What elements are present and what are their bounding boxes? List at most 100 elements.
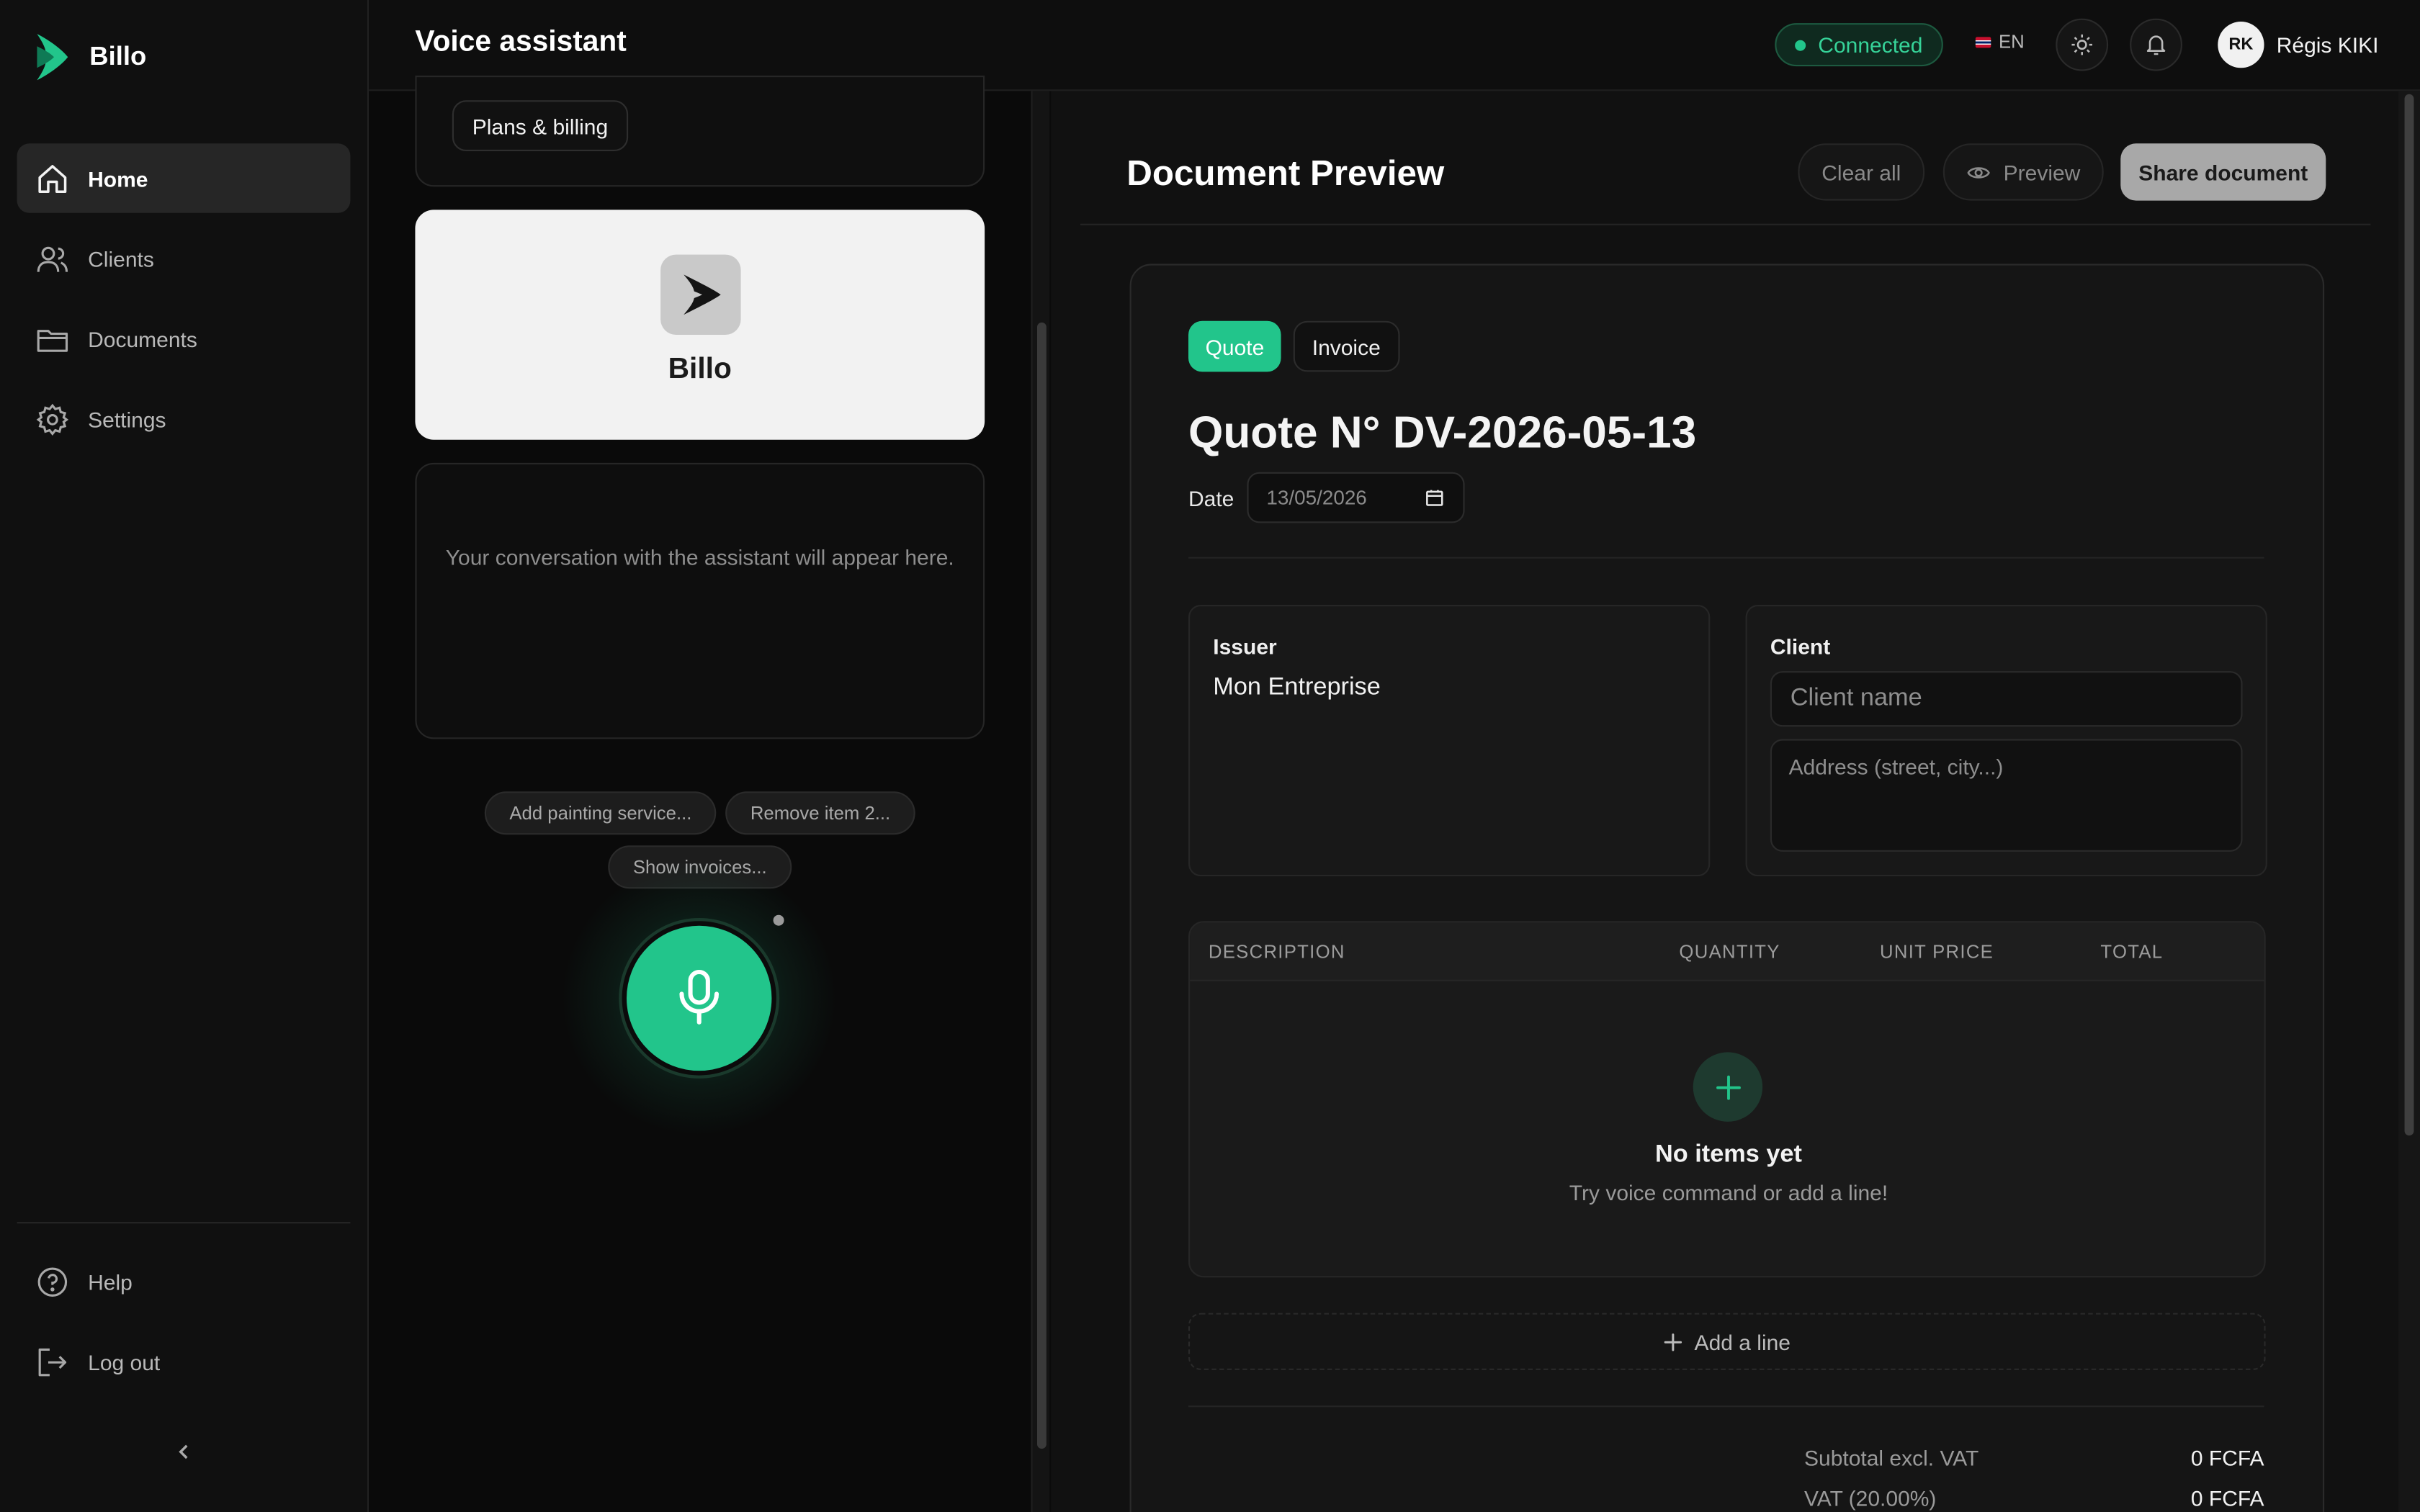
issuer-section: Issuer Mon Entreprise [1188,605,1711,877]
date-value: 13/05/2026 [1266,486,1367,510]
gear-icon [36,402,69,435]
plus-icon [1715,1074,1740,1099]
sidebar-item-settings[interactable]: Settings [17,384,351,454]
plus-icon [1664,1332,1682,1351]
subtotal-value: 0 FCFA [2190,1445,2264,1471]
sidebar-nav: Home Clients Documents Settings [17,143,351,464]
chevron-left-icon [179,1444,188,1459]
assistant-logo-tile [660,254,740,335]
vat-value: 0 FCFA [2190,1485,2264,1511]
add-line-label: Add a line [1694,1329,1791,1354]
empty-state-subtitle: Try voice command or add a line! [1569,1180,1888,1205]
preview-scrollbar[interactable] [2398,91,2420,1512]
plans-billing-button[interactable]: Plans & billing [452,100,629,151]
folder-icon [37,328,68,351]
client-name-input[interactable]: Client name [1770,671,2243,727]
sidebar-item-clients[interactable]: Clients [17,224,351,293]
preview-title: Document Preview [1126,153,1445,193]
users-icon [37,246,68,271]
collapse-sidebar-button[interactable] [166,1435,200,1469]
notifications-button[interactable] [2130,18,2182,71]
sidebar-item-label: Log out [88,1349,161,1374]
bell-icon [2146,35,2166,55]
date-input[interactable]: 13/05/2026 [1246,472,1464,523]
assistant-logo-name: Billo [668,353,732,386]
scrollbar-thumb[interactable] [1037,322,1047,1449]
add-line-button[interactable]: Add a line [1188,1313,2266,1370]
account-card: Plans & billing [415,76,985,187]
language-code: EN [1999,30,2025,53]
document-card: Quote Invoice Quote N° DV-2026-05-13 Dat… [1129,264,2325,1512]
column-header: QUANTITY [1679,941,1780,963]
theme-toggle-button[interactable] [2056,18,2109,71]
billo-mark-icon [683,274,720,315]
totals-divider [1188,1405,2264,1408]
empty-state-title: No items yet [1655,1141,1802,1169]
client-address-input[interactable]: Address (street, city...) [1770,739,2243,852]
subtotal-row: Subtotal excl. VAT 0 FCFA [1804,1446,2264,1470]
column-header: TOTAL [2100,941,2164,963]
date-label: Date [1188,485,1234,510]
uk-flag-icon [1975,36,1991,48]
subtotal-label: Subtotal excl. VAT [1804,1445,1979,1471]
column-header: DESCRIPTION [1208,941,1345,963]
vat-row: VAT (20.00%) 0 FCFA [1804,1486,2264,1511]
document-divider [1188,557,2264,559]
sidebar-item-help[interactable]: Help [17,1246,351,1315]
help-icon [37,1266,68,1296]
preview-button-label: Preview [2003,159,2081,185]
assistant-logo-card: Billo [415,210,985,440]
microphone-button[interactable] [622,921,776,1076]
date-row: Date 13/05/2026 [1188,472,1464,523]
clear-all-button[interactable]: Clear all [1798,143,1925,201]
sidebar-item-label: Clients [88,246,154,271]
column-header: UNIT PRICE [1880,941,1994,963]
microphone-icon [679,969,720,1025]
mic-control [560,859,838,1138]
add-item-button[interactable] [1693,1052,1763,1122]
table-header: DESCRIPTION QUANTITY UNIT PRICE TOTAL [1190,922,2264,981]
language-switcher[interactable]: EN [1975,30,2025,53]
avatar: RK [2218,22,2264,68]
logout-icon [38,1347,67,1376]
sidebar-divider [17,1222,351,1224]
sun-icon [2071,34,2092,55]
conversation-area: Your conversation with the assistant wil… [415,462,985,739]
type-quote-button[interactable]: Quote [1188,320,1281,372]
home-icon [38,164,67,192]
preview-button[interactable]: Preview [1942,143,2104,201]
sidebar-item-home[interactable]: Home [17,143,351,213]
sidebar-bottom: Help Log out [17,1246,351,1407]
status-dot [1795,39,1806,50]
status-text: Connected [1818,32,1923,58]
assistant-panel: Plans & billing Billo Your conversation … [369,76,1050,1512]
status-badge: Connected [1775,23,1943,67]
vat-label: VAT (20.00%) [1804,1485,1937,1511]
billo-logo-icon [37,34,68,81]
eye-icon [1967,166,1991,178]
calendar-icon [1425,490,1443,506]
sidebar-item-logout[interactable]: Log out [17,1327,351,1396]
sidebar-item-label: Documents [88,326,197,351]
mic-status-dot [773,914,784,926]
client-section: Client Client name Address (street, city… [1745,605,2267,877]
brand[interactable]: Billo [34,31,146,84]
issuer-name[interactable]: Mon Entreprise [1213,674,1381,702]
brand-name: Billo [89,41,147,71]
line-items-table: DESCRIPTION QUANTITY UNIT PRICE TOTAL No… [1188,921,2266,1278]
share-document-button[interactable]: Share document [2120,143,2326,201]
user-menu[interactable]: RK Régis KIKI [2218,22,2378,68]
suggestion-chip[interactable]: Add painting service... [485,791,717,835]
sidebar-item-documents[interactable]: Documents [17,304,351,373]
sidebar: Billo Home Clients Documents Settings He… [0,0,369,1512]
suggestion-chip[interactable]: Remove item 2... [725,791,915,835]
type-invoice-button[interactable]: Invoice [1294,320,1399,372]
client-label: Client [1770,634,1831,659]
conversation-placeholder: Your conversation with the assistant wil… [445,544,954,570]
document-preview-panel: Document Preview Clear all Preview Share… [1051,91,2420,1512]
assistant-scrollbar[interactable] [1031,91,1050,1512]
issuer-label: Issuer [1213,634,1277,659]
sidebar-item-label: Home [88,166,148,191]
scrollbar-thumb[interactable] [2404,94,2414,1136]
header-divider [1080,223,2371,225]
